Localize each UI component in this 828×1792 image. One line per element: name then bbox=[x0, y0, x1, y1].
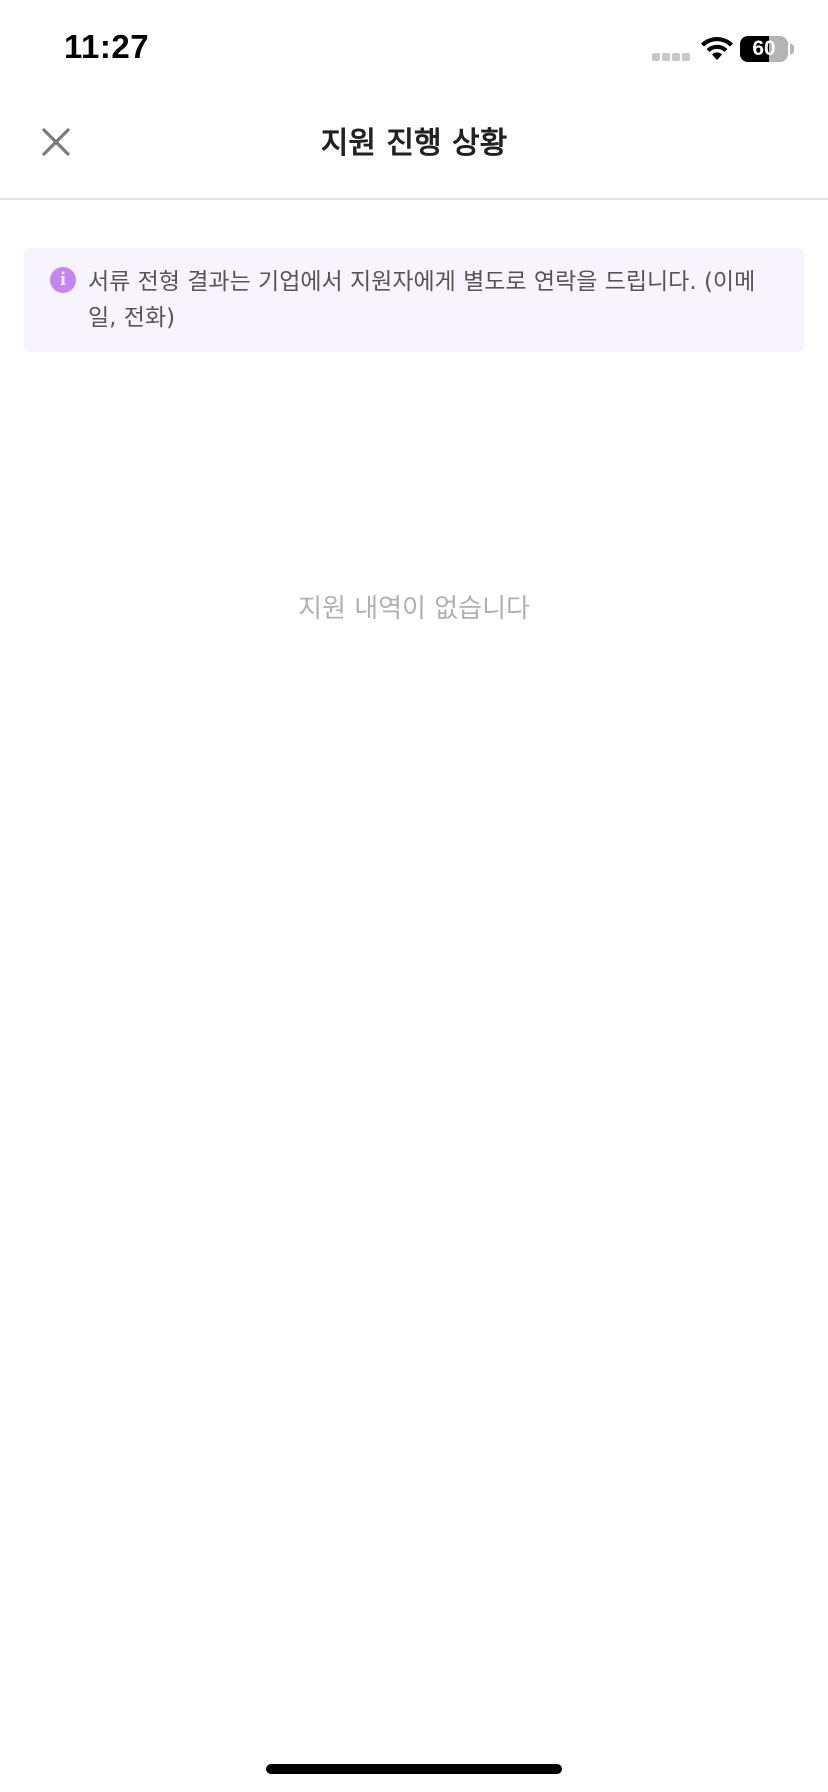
home-indicator[interactable] bbox=[266, 1764, 562, 1774]
notice-text: 서류 전형 결과는 기업에서 지원자에게 별도로 연락을 드립니다. (이메일,… bbox=[88, 269, 756, 331]
cellular-signal-icon bbox=[652, 53, 692, 61]
battery-level-text: 60 bbox=[752, 37, 776, 60]
page-title: 지원 진행 상황 bbox=[320, 126, 508, 161]
status-bar: 11:27 60 bbox=[0, 0, 828, 96]
status-time: 11:27 bbox=[64, 28, 150, 65]
header: 지원 진행 상황 bbox=[0, 96, 828, 200]
empty-state-message: 지원 내역이 없습니다 bbox=[298, 594, 530, 624]
battery-cap bbox=[790, 44, 794, 54]
wifi-icon bbox=[700, 36, 734, 62]
info-notice: i 서류 전형 결과는 기업에서 지원자에게 별도로 연락을 드립니다. (이메… bbox=[24, 248, 804, 352]
battery-icon: 60 bbox=[740, 36, 788, 62]
info-icon: i bbox=[50, 267, 76, 293]
